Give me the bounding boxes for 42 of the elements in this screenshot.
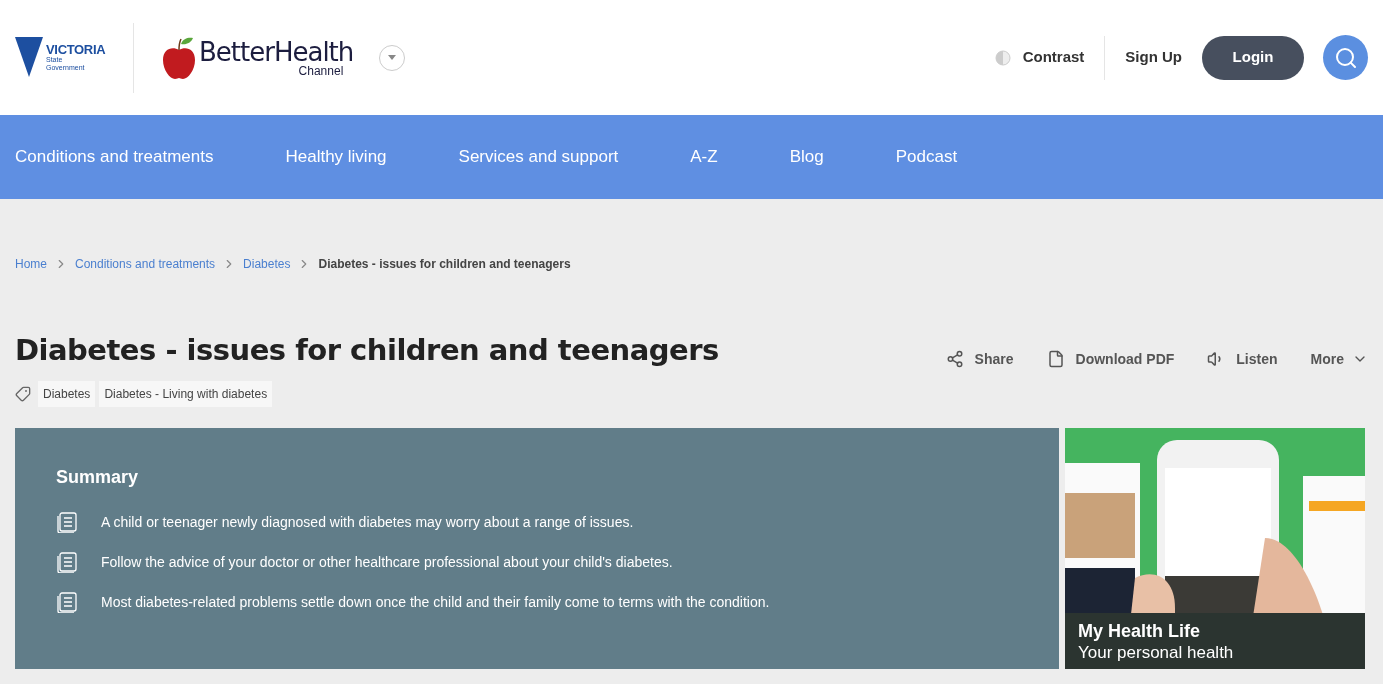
- summary-heading: Summary: [56, 466, 140, 489]
- caret-icon: [388, 55, 397, 60]
- promo-card[interactable]: My Health Life Your personal health: [1065, 428, 1365, 669]
- share-button[interactable]: Share: [945, 348, 1014, 370]
- search-button[interactable]: [1323, 35, 1368, 80]
- listen-button[interactable]: Listen: [1207, 348, 1278, 370]
- document-list-icon: [56, 511, 78, 533]
- contrast-icon: [994, 49, 1011, 66]
- document-list-icon: [56, 551, 78, 573]
- promo-subtitle: Your personal health: [1078, 642, 1234, 664]
- tag-icon: [15, 386, 31, 402]
- document-icon: [1046, 350, 1065, 368]
- breadcrumb-current: Diabetes - issues for children and teenagers: [318, 256, 571, 273]
- breadcrumb-link[interactable]: Diabetes: [243, 255, 291, 273]
- login-button[interactable]: Login: [1202, 35, 1304, 80]
- breadcrumb-link[interactable]: Conditions and treatments: [75, 255, 216, 273]
- nav-link[interactable]: Podcast: [895, 144, 958, 170]
- search-icon: [1333, 45, 1358, 70]
- share-icon: [945, 350, 964, 368]
- site-logo-name: BetterHealth: [199, 38, 354, 65]
- nav-link[interactable]: Blog: [789, 144, 824, 170]
- sign-up-link[interactable]: Sign Up: [1125, 46, 1182, 69]
- summary-item: A child or teenager newly diagnosed with diabetes may worry about a range of issues.: [101, 512, 634, 532]
- nav-link[interactable]: Services and support: [458, 144, 619, 170]
- more-button[interactable]: More: [1310, 348, 1368, 370]
- victoria-logo-icon: [15, 36, 43, 77]
- nav-link[interactable]: A-Z: [690, 144, 718, 170]
- tag-link[interactable]: Diabetes: [38, 381, 96, 407]
- nav-link[interactable]: Conditions and treatments: [15, 144, 214, 170]
- document-list-icon: [56, 591, 78, 613]
- nav-link[interactable]: Healthy living: [285, 144, 387, 170]
- site-logo-subtitle: Channel: [298, 64, 344, 77]
- breadcrumb-link[interactable]: Home: [15, 255, 47, 273]
- summary-item: Follow the advice of your doctor or other healthcare professional about your child's diabetes.: [101, 552, 673, 572]
- contrast-button[interactable]: Contrast: [994, 46, 1085, 69]
- logo-name: VICTORIA: [46, 43, 106, 56]
- promo-title: My Health Life: [1078, 620, 1202, 642]
- tag-link[interactable]: Diabetes - Living with diabetes: [99, 381, 273, 407]
- page-title: Diabetes - issues for children and teenagers: [15, 332, 719, 370]
- apple-icon: [162, 35, 196, 80]
- pdf-button[interactable]: Download PDF: [1046, 348, 1175, 370]
- summary-item: Most diabetes-related problems settle down once the child and their family come to terms with the condition.: [101, 592, 770, 612]
